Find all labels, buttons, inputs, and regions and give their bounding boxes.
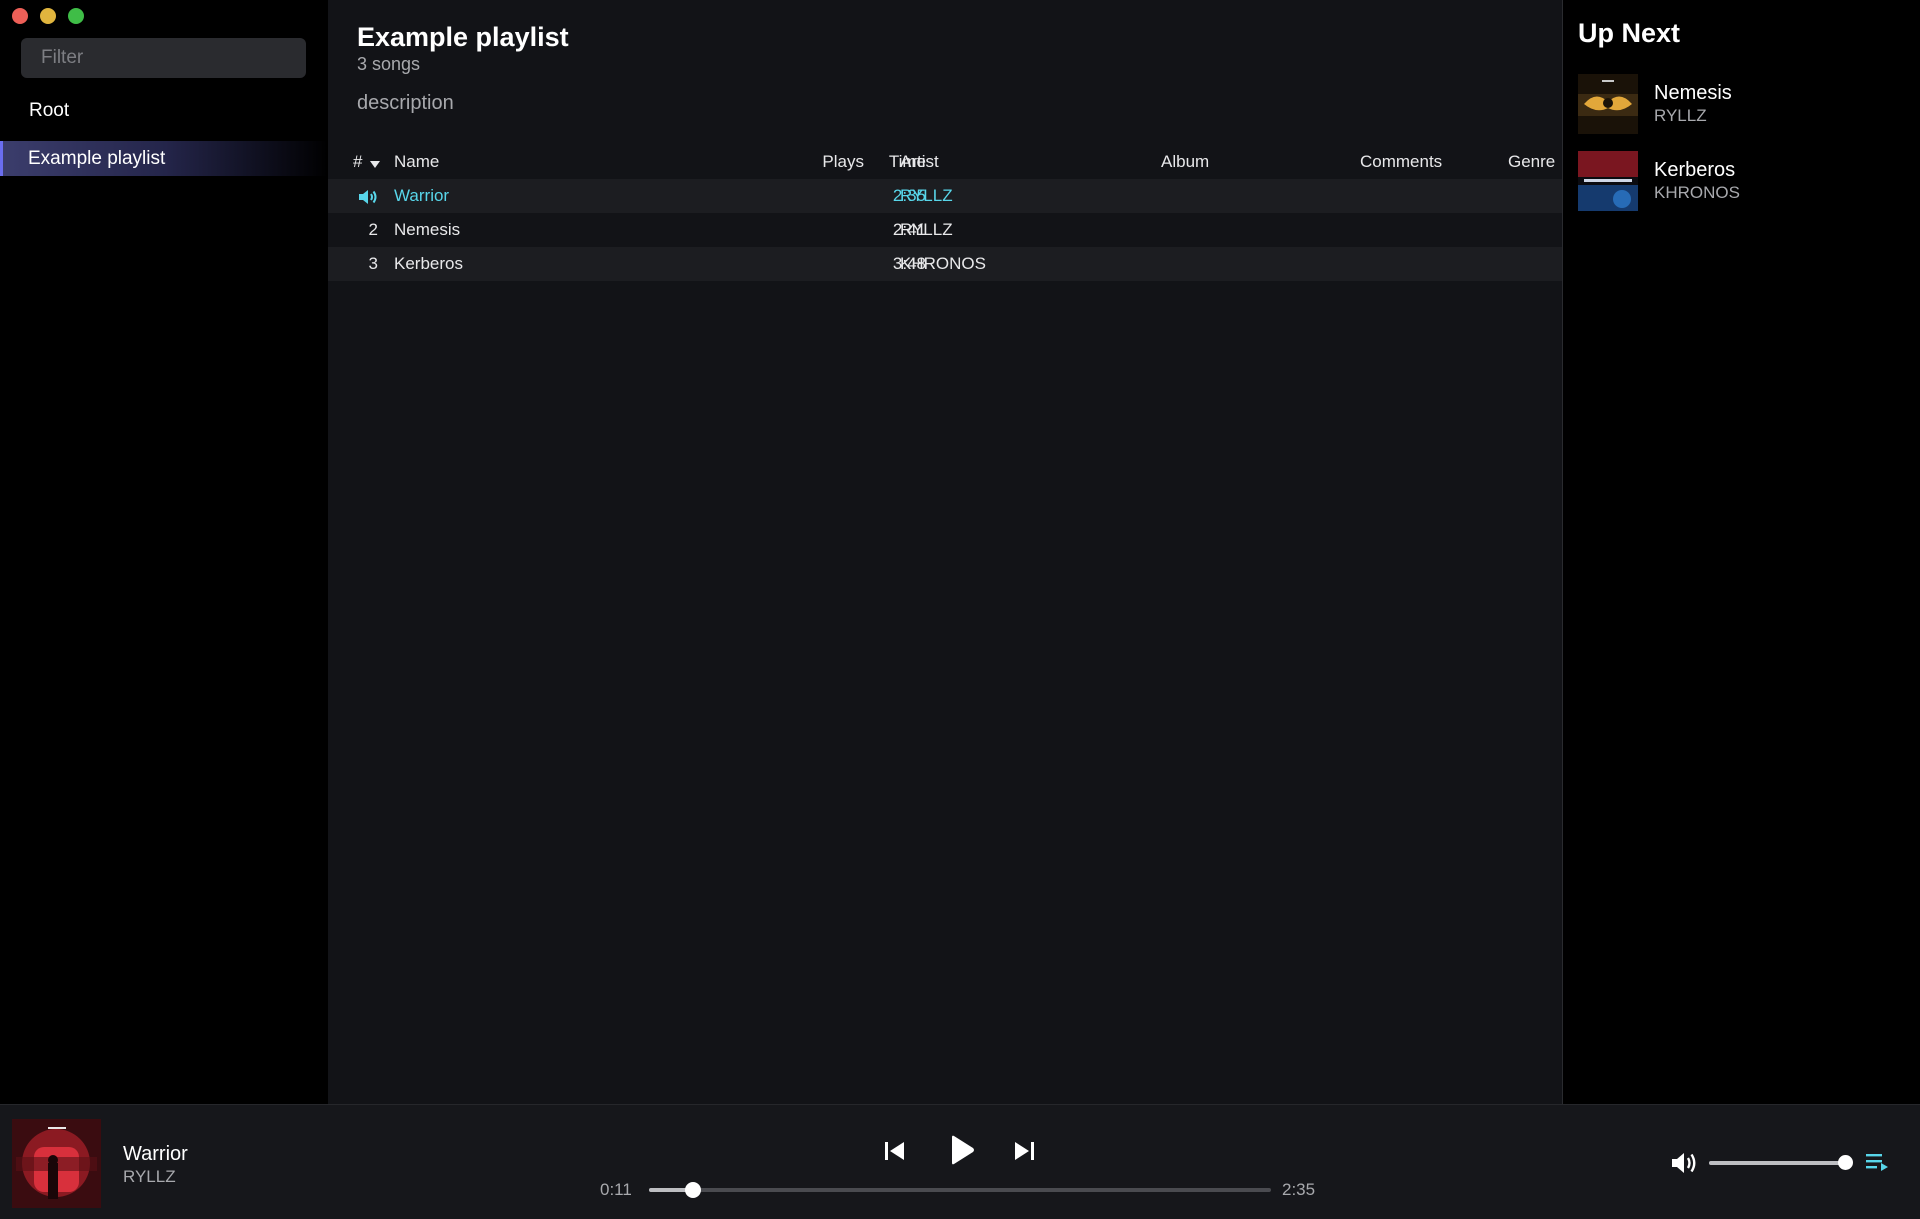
track-number: 2	[368, 220, 378, 239]
volume-icon[interactable]	[1671, 1151, 1699, 1180]
minimize-window-button[interactable]	[40, 8, 56, 24]
column-header-album[interactable]: Album	[1161, 145, 1209, 179]
track-name: Warrior	[394, 186, 450, 205]
now-playing-album-art	[12, 1119, 101, 1208]
column-header-number[interactable]: #	[353, 145, 381, 180]
track-artist: RYLLZ	[900, 186, 953, 205]
playlist-description[interactable]: description	[357, 92, 454, 115]
up-next-track-name: Nemesis	[1654, 82, 1732, 104]
sidebar-item-example-playlist[interactable]: Example playlist	[0, 141, 328, 176]
skip-back-icon	[885, 1142, 904, 1160]
play-button[interactable]	[949, 1135, 975, 1165]
now-playing-title: Warrior	[123, 1143, 188, 1165]
close-window-button[interactable]	[12, 8, 28, 24]
track-artist: KHRONOS	[900, 254, 986, 273]
seek-bar[interactable]	[649, 1182, 1271, 1198]
playlist-title: Example playlist	[357, 22, 569, 52]
playlist-view: Example playlist 3 songs description # N…	[328, 0, 1562, 1104]
up-next-track-artist: RYLLZ	[1654, 106, 1707, 125]
current-time: 0:11	[600, 1180, 632, 1199]
track-number: 3	[368, 254, 378, 273]
sidebar: Root Example playlist	[0, 0, 328, 1104]
window-controls	[12, 8, 84, 24]
play-icon	[952, 1135, 974, 1165]
total-time: 2:35	[1282, 1180, 1316, 1199]
column-header-label: #	[353, 152, 363, 171]
table-header: # Name Plays Time Artist Album Comments …	[328, 145, 1562, 179]
up-next-item[interactable]: Kerberos KHRONOS	[1578, 151, 1908, 213]
column-header-comments[interactable]: Comments	[1360, 145, 1442, 179]
playlist-song-count: 3 songs	[357, 54, 421, 74]
table-row[interactable]: 2 Nemesis 2:41 RYLLZ	[328, 213, 1562, 247]
sort-descending-icon	[370, 146, 381, 180]
column-header-genre[interactable]: Genre	[1508, 145, 1555, 179]
up-next-title: Up Next	[1578, 18, 1681, 48]
filter-input[interactable]	[21, 38, 306, 78]
table-row[interactable]: 3 Kerberos 3:48 KHRONOS	[328, 247, 1562, 281]
volume-slider-handle[interactable]	[1837, 1155, 1853, 1170]
album-art-thumbnail	[1578, 151, 1638, 211]
maximize-window-button[interactable]	[68, 8, 84, 24]
next-track-button[interactable]	[1013, 1141, 1035, 1161]
column-header-plays[interactable]: Plays	[772, 145, 864, 179]
now-playing-artist: RYLLZ	[123, 1167, 176, 1186]
volume-slider-level	[1709, 1161, 1845, 1165]
volume-slider[interactable]	[1709, 1155, 1853, 1170]
column-header-artist[interactable]: Artist	[900, 145, 939, 179]
sidebar-item-label: Example playlist	[28, 147, 166, 169]
track-artist: RYLLZ	[900, 220, 953, 239]
up-next-track-artist: KHRONOS	[1654, 183, 1740, 202]
up-next-panel: Up Next Nemesis RYLLZ Kerberos KHRONOS	[1562, 0, 1920, 1104]
sidebar-item-root[interactable]: Root	[29, 100, 69, 122]
previous-track-button[interactable]	[884, 1141, 906, 1161]
now-playing-speaker-icon	[350, 179, 378, 213]
track-name: Nemesis	[394, 220, 461, 239]
album-art-thumbnail	[1578, 74, 1638, 134]
up-next-item[interactable]: Nemesis RYLLZ	[1578, 74, 1908, 136]
player-bar: Warrior RYLLZ 0:11 2:35	[0, 1104, 1920, 1219]
track-name: Kerberos	[394, 254, 463, 273]
track-table: # Name Plays Time Artist Album Comments …	[328, 145, 1562, 281]
skip-forward-icon	[1015, 1142, 1034, 1160]
table-row[interactable]: Warrior 2:35 RYLLZ	[328, 179, 1562, 213]
seek-bar-handle[interactable]	[685, 1182, 702, 1198]
up-next-track-name: Kerberos	[1654, 159, 1736, 181]
queue-icon[interactable]	[1866, 1152, 1890, 1177]
column-header-name[interactable]: Name	[394, 145, 439, 179]
